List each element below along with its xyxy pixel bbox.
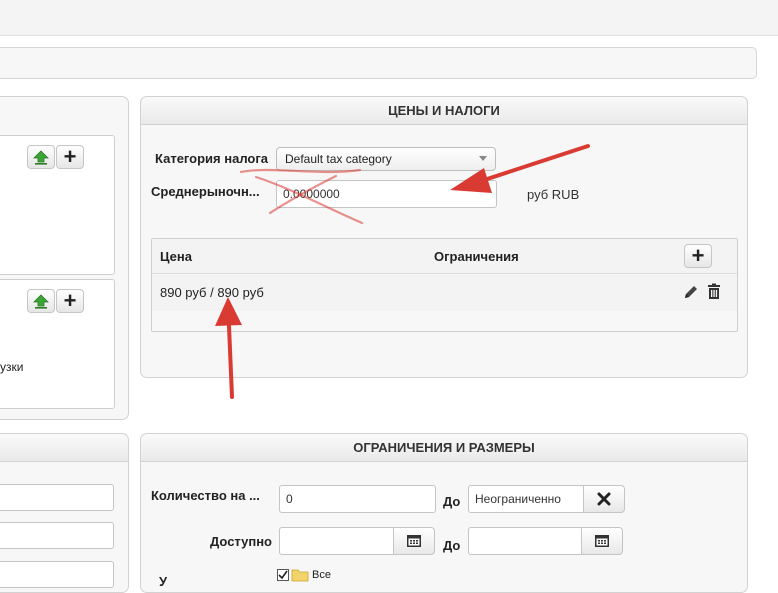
plus-icon: + (63, 144, 77, 169)
check-icon (278, 570, 288, 580)
available-to-input[interactable] (468, 527, 582, 555)
available-label: Доступно (210, 534, 272, 549)
left-input-3[interactable] (0, 561, 114, 588)
add-button-1[interactable]: + (56, 145, 84, 169)
left-input-2[interactable] (0, 522, 114, 549)
left-box-2: + узки (0, 279, 115, 409)
tax-category-label: Категория налога (155, 151, 268, 166)
market-price-label: Среднерыночн... (151, 184, 260, 199)
prices-taxes-title: ЦЕНЫ И НАЛОГИ (141, 97, 747, 125)
filter-bar[interactable] (0, 47, 757, 79)
add-price-button[interactable]: + (684, 244, 712, 268)
upload-button-2[interactable] (27, 289, 55, 313)
price-table-header: Цена Ограничения + (152, 239, 737, 274)
quantity-to-label: До (443, 494, 461, 509)
prices-taxes-panel: ЦЕНЫ И НАЛОГИ Категория налога Default t… (140, 96, 748, 378)
plus-icon: + (691, 243, 705, 268)
pencil-icon[interactable] (683, 284, 699, 300)
left-partial-text: узки (0, 360, 24, 374)
available-to-label: До (443, 538, 461, 553)
calendar-icon (595, 535, 609, 547)
all-label: Все (312, 569, 331, 581)
tax-category-select[interactable]: Default tax category (276, 147, 496, 171)
clear-button[interactable] (583, 485, 625, 513)
calendar-button-1[interactable] (393, 527, 435, 555)
calendar-button-2[interactable] (581, 527, 623, 555)
upload-button-1[interactable] (27, 145, 55, 169)
chevron-down-icon (479, 156, 487, 161)
quantity-label: Количество на ... (151, 488, 260, 503)
col-price-header: Цена (160, 249, 192, 264)
quantity-to-input[interactable]: Неограниченно (468, 485, 584, 513)
available-from-input[interactable] (279, 527, 394, 555)
quantity-input[interactable]: 0 (279, 485, 436, 513)
limits-sizes-panel: ОГРАНИЧЕНИЯ И РАЗМЕРЫ Количество на ... … (140, 433, 748, 593)
trash-icon[interactable] (706, 283, 722, 300)
left-panel-bottom (0, 433, 129, 593)
left-panel-top: + + узки (0, 96, 129, 420)
left-box-1: + (0, 135, 115, 275)
price-cell: 890 руб / 890 руб (160, 285, 264, 300)
top-bar (0, 0, 778, 36)
left-panel-bottom-header (0, 434, 128, 462)
upload-icon (33, 150, 49, 165)
limits-sizes-title: ОГРАНИЧЕНИЯ И РАЗМЕРЫ (141, 434, 747, 462)
x-icon (597, 492, 611, 506)
currency-label: руб RUB (527, 187, 580, 202)
table-row[interactable]: 890 руб / 890 руб (152, 275, 737, 311)
tree-partial-label: У (159, 574, 168, 589)
add-button-2[interactable]: + (56, 289, 84, 313)
col-limits-header: Ограничения (434, 249, 519, 264)
left-input-1[interactable] (0, 484, 114, 511)
plus-icon: + (63, 288, 77, 313)
all-checkbox[interactable] (277, 569, 289, 581)
folder-icon (291, 569, 309, 582)
market-price-input[interactable]: 0.0000000 (276, 180, 497, 208)
upload-icon (33, 294, 49, 309)
price-table: Цена Ограничения + 890 руб / 890 руб (151, 238, 738, 332)
calendar-icon (407, 535, 421, 547)
tax-category-value: Default tax category (285, 152, 392, 166)
